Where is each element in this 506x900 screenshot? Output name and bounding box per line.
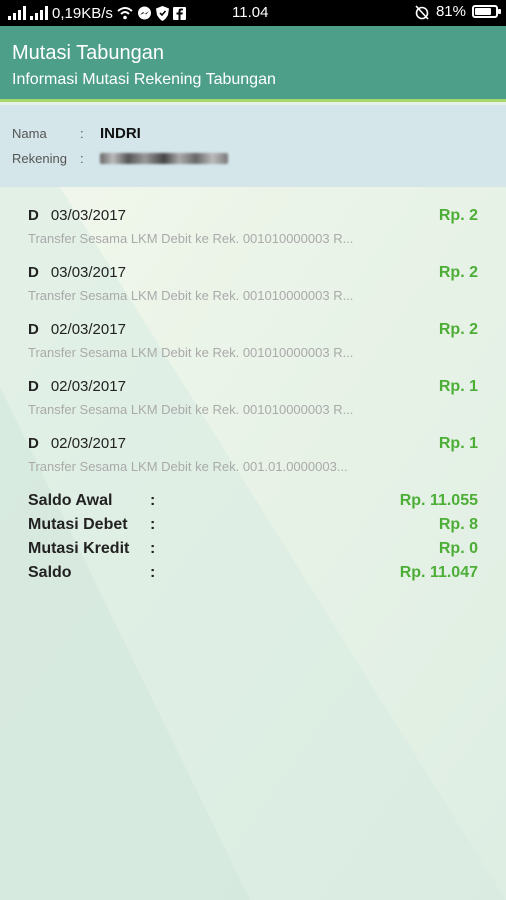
summary-value: Rp. 8: [438, 516, 478, 533]
wifi-icon: [117, 7, 133, 20]
account-name-row: Nama : INDRI: [12, 125, 141, 142]
transaction-type: D: [28, 378, 39, 395]
transaction-amount: Rp. 2: [438, 321, 478, 338]
summary-colon: :: [150, 516, 156, 533]
transaction-description: Transfer Sesama LKM Debit ke Rek. 001010…: [28, 345, 354, 360]
summary-row-mutasi-debet: Mutasi Debet : Rp. 8: [28, 513, 478, 537]
balance-summary: Saldo Awal : Rp. 11.055 Mutasi Debet : R…: [28, 489, 478, 585]
transaction-description: Transfer Sesama LKM Debit ke Rek. 001010…: [28, 231, 354, 246]
transaction-amount: Rp. 2: [438, 207, 478, 224]
transaction-date: 03/03/2017: [50, 264, 126, 281]
rekening-label: Rekening: [12, 151, 67, 166]
summary-label: Mutasi Debet: [28, 516, 128, 533]
clock: 11.04: [232, 4, 269, 21]
status-bar: 0,19KB/s 11.04 81%: [0, 0, 506, 26]
transaction-type: D: [28, 207, 39, 224]
summary-row-saldo-awal: Saldo Awal : Rp. 11.055: [28, 489, 478, 513]
signal-icon: [8, 6, 26, 20]
name-label: Nama: [12, 126, 47, 141]
shield-icon: [155, 5, 169, 21]
page-subtitle: Informasi Mutasi Rekening Tabungan: [12, 71, 276, 88]
transaction-amount: Rp. 1: [438, 378, 478, 395]
transaction-row[interactable]: D 02/03/2017 Rp. 1 Transfer Sesama LKM De…: [28, 435, 478, 485]
transaction-description: Transfer Sesama LKM Debit ke Rek. 001.01…: [28, 459, 348, 474]
name-colon: :: [80, 126, 84, 141]
signal-icon-2: [30, 6, 48, 20]
summary-row-mutasi-kredit: Mutasi Kredit : Rp. 0: [28, 537, 478, 561]
transaction-date: 02/03/2017: [50, 435, 126, 452]
transaction-description: Transfer Sesama LKM Debit ke Rek. 001010…: [28, 402, 354, 417]
facebook-icon: [172, 6, 186, 20]
summary-value: Rp. 0: [438, 540, 478, 557]
account-name: INDRI: [100, 125, 141, 142]
transaction-amount: Rp. 2: [438, 264, 478, 281]
page-title: Mutasi Tabungan: [12, 42, 164, 64]
transaction-date: 02/03/2017: [50, 378, 126, 395]
account-number-masked: [100, 153, 228, 164]
transaction-row[interactable]: D 03/03/2017 Rp. 2 Transfer Sesama LKM De…: [28, 207, 478, 257]
rekening-colon: :: [80, 151, 84, 166]
transaction-list-area[interactable]: D 03/03/2017 Rp. 2 Transfer Sesama LKM De…: [0, 187, 506, 900]
alarm-off-icon: [415, 4, 429, 20]
summary-colon: :: [150, 492, 156, 509]
transaction-type: D: [28, 435, 39, 452]
account-info-panel: Nama : INDRI Rekening :: [0, 105, 506, 187]
transaction-type: D: [28, 321, 39, 338]
app-bar: Mutasi Tabungan Informasi Mutasi Rekenin…: [0, 26, 506, 102]
transaction-date: 03/03/2017: [50, 207, 126, 224]
transaction-row[interactable]: D 03/03/2017 Rp. 2 Transfer Sesama LKM De…: [28, 264, 478, 314]
battery-icon: [472, 5, 501, 18]
transaction-date: 02/03/2017: [50, 321, 126, 338]
summary-value: Rp. 11.055: [399, 492, 478, 509]
transaction-row[interactable]: D 02/03/2017 Rp. 1 Transfer Sesama LKM De…: [28, 378, 478, 428]
messenger-icon: [137, 6, 151, 19]
summary-label: Saldo Awal: [28, 492, 113, 509]
summary-row-saldo: Saldo : Rp. 11.047: [28, 561, 478, 585]
summary-label: Mutasi Kredit: [28, 540, 130, 557]
account-number-row: Rekening :: [12, 151, 228, 166]
transaction-row[interactable]: D 02/03/2017 Rp. 2 Transfer Sesama LKM De…: [28, 321, 478, 371]
network-speed: 0,19KB/s: [52, 4, 113, 22]
summary-colon: :: [150, 540, 156, 557]
transaction-description: Transfer Sesama LKM Debit ke Rek. 001010…: [28, 288, 354, 303]
summary-label: Saldo: [28, 564, 72, 581]
summary-colon: :: [150, 564, 156, 581]
transaction-type: D: [28, 264, 39, 281]
summary-value: Rp. 11.047: [399, 564, 478, 581]
transaction-amount: Rp. 1: [438, 435, 478, 452]
battery-percent: 81%: [435, 3, 466, 20]
